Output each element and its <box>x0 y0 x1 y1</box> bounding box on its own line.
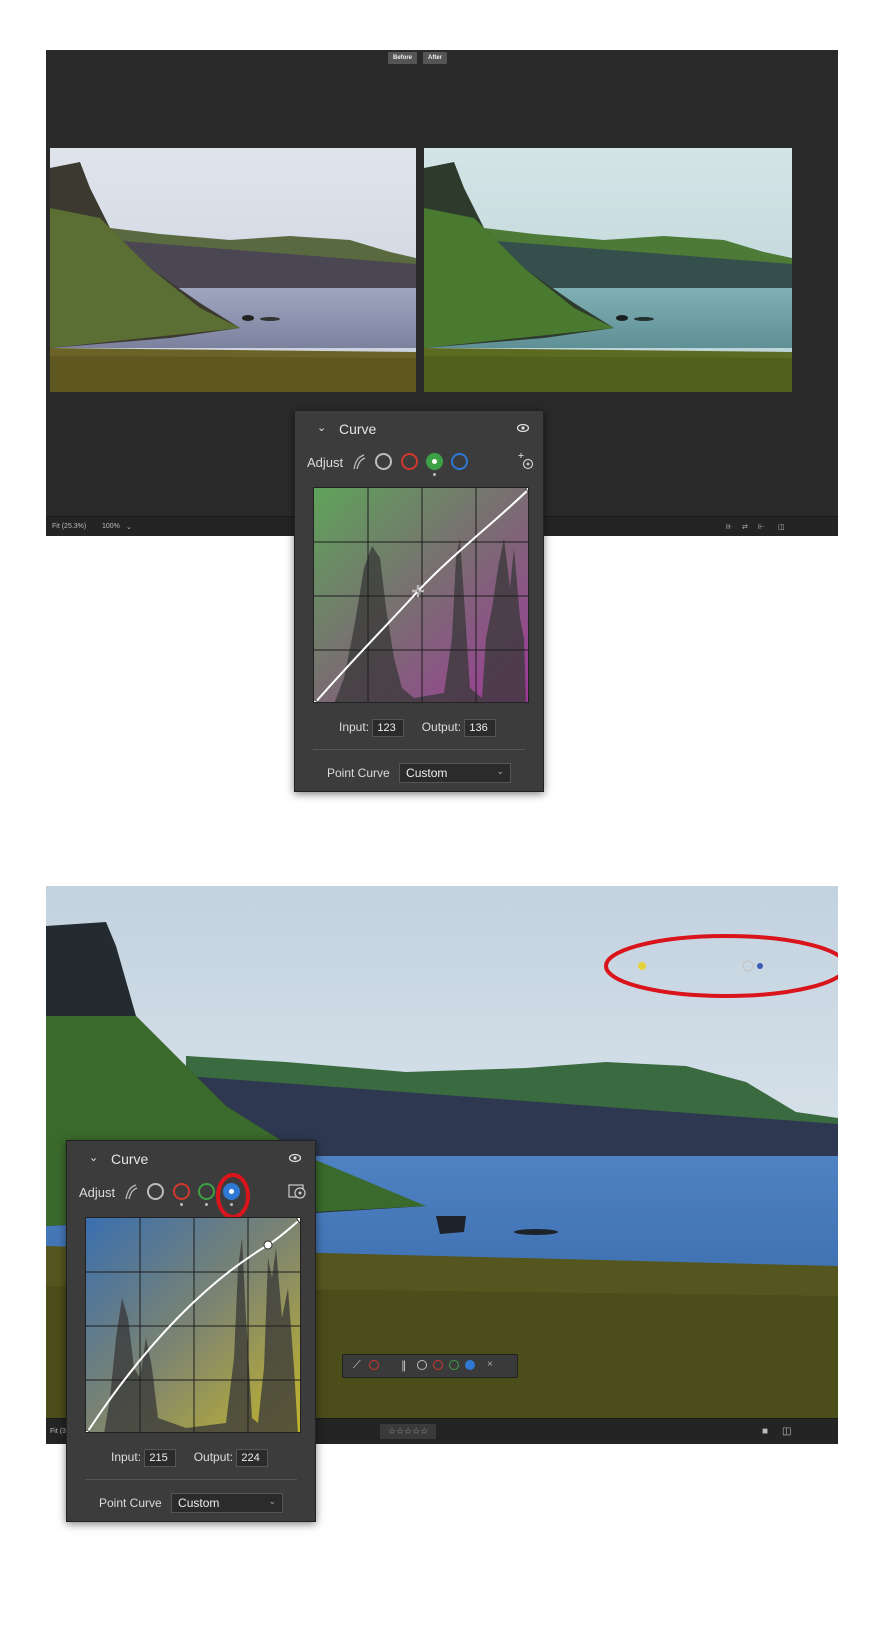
compare-side-icon[interactable]: ⊩ <box>758 523 764 531</box>
collapse-chevron-icon[interactable]: ⌄ <box>89 1151 98 1164</box>
curve-mode-icon[interactable]: ⟋ <box>353 1359 361 1372</box>
parametric-mini-icon[interactable]: ∥ <box>401 1359 407 1372</box>
adjust-label: Adjust <box>307 455 344 470</box>
point-curve-select[interactable]: Custom ⌄ <box>399 763 512 783</box>
mini-channel-rgb[interactable] <box>417 1360 427 1370</box>
after-photo <box>424 148 792 392</box>
input-label: Input: <box>111 1450 142 1464</box>
mini-channel-green[interactable] <box>449 1360 459 1370</box>
compare-split-icon[interactable]: ⊪ <box>726 523 732 531</box>
parametric-curve-icon[interactable] <box>123 1183 139 1201</box>
targeted-adjustment-icon[interactable] <box>517 451 535 471</box>
star-rating[interactable]: ☆☆☆☆☆ <box>380 1424 437 1439</box>
swap-icon[interactable]: ⇄ <box>742 523 748 531</box>
input-label: Input: <box>339 720 370 734</box>
channel-rgb-button[interactable] <box>375 453 392 470</box>
output-label: Output: <box>421 720 462 734</box>
channel-rgb-button[interactable] <box>147 1183 164 1200</box>
output-label: Output: <box>193 1450 234 1464</box>
output-field[interactable]: 224 <box>236 1449 269 1467</box>
point-curve-value: Custom <box>178 1496 220 1510</box>
annotation-ellipse-channel <box>216 1173 250 1219</box>
point-curve-label: Point Curve <box>327 766 390 780</box>
view-mode-icon[interactable]: ■ <box>762 1426 768 1437</box>
collapse-chevron-icon[interactable]: ⌄ <box>317 421 326 434</box>
panel-toggle-icon[interactable]: ◫ <box>778 523 785 531</box>
panel-title: Curve <box>111 1151 149 1167</box>
channel-red-indicator <box>180 1203 183 1206</box>
input-field[interactable]: 123 <box>372 719 405 737</box>
divider <box>85 1479 297 1480</box>
channel-red-button[interactable] <box>401 453 418 470</box>
targeted-adjustment-icon[interactable] <box>287 1179 309 1201</box>
visibility-eye-icon[interactable] <box>517 423 529 433</box>
curve-panel-top: ⌄ Curve Adjust Input: 123 Output: 136 Po… <box>294 410 544 792</box>
chevron-down-icon: ⌄ <box>268 1496 277 1506</box>
panel-toggle-icon[interactable]: ◫ <box>782 1426 791 1437</box>
mini-channel-blue[interactable] <box>465 1360 475 1370</box>
zoom-fit-label[interactable]: Fit (25.3%) <box>52 523 86 530</box>
channel-blue-button[interactable] <box>451 453 468 470</box>
channel-green-button[interactable] <box>426 453 443 470</box>
curve-point-active <box>263 1240 273 1250</box>
chevron-down-icon: ⌄ <box>496 766 505 776</box>
point-curve-select[interactable]: Custom ⌄ <box>171 1493 284 1513</box>
rgb-mode-icon[interactable] <box>369 1360 379 1370</box>
after-button[interactable]: After <box>423 52 448 64</box>
zoom-label[interactable]: Fit (3 <box>50 1428 66 1435</box>
curve-panel-bottom: ⌄ Curve Adjust Input: 215 Output: 224 Po <box>66 1140 316 1522</box>
output-field[interactable]: 136 <box>464 719 497 737</box>
sample-point-yellow[interactable] <box>638 962 646 970</box>
point-curve-label: Point Curve <box>99 1496 162 1510</box>
floating-curve-toolbar: ⟋ ∥ × <box>342 1354 518 1378</box>
divider <box>313 749 525 750</box>
channel-red-button[interactable] <box>173 1183 190 1200</box>
before-button[interactable]: Before <box>388 52 418 64</box>
panel-title: Curve <box>339 421 377 437</box>
input-field[interactable]: 215 <box>144 1449 177 1467</box>
visibility-eye-icon[interactable] <box>289 1153 301 1163</box>
point-curve-value: Custom <box>406 766 448 780</box>
parametric-curve-icon[interactable] <box>351 453 367 471</box>
zoom-100-label[interactable]: 100% <box>102 523 120 530</box>
adjust-label: Adjust <box>79 1185 116 1200</box>
before-photo <box>50 148 416 392</box>
zoom-dropdown-icon[interactable]: ⌄ <box>126 523 132 531</box>
close-icon[interactable]: × <box>487 1359 493 1370</box>
curve-plot[interactable] <box>85 1217 301 1433</box>
curve-plot[interactable] <box>313 487 529 703</box>
channel-green-indicator <box>205 1203 208 1206</box>
channel-green-indicator <box>433 473 436 476</box>
sample-point-blue[interactable] <box>757 963 763 969</box>
mini-channel-red[interactable] <box>433 1360 443 1370</box>
